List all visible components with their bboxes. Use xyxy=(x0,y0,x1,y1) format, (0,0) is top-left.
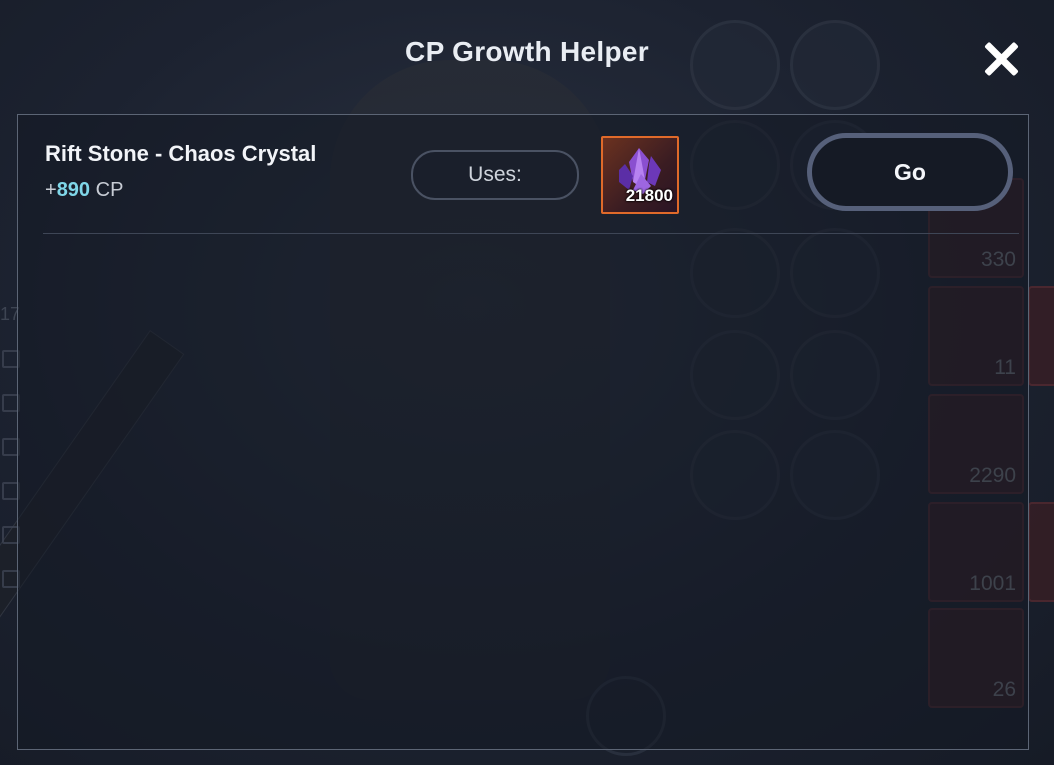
close-icon[interactable] xyxy=(978,36,1024,82)
row-divider xyxy=(43,233,1019,234)
cp-gain: +890 CP xyxy=(45,179,123,202)
inventory-card xyxy=(1028,502,1054,602)
inventory-card xyxy=(1028,286,1054,386)
item-name: Rift Stone - Chaos Crystal xyxy=(45,141,317,166)
chaos-crystal-icon[interactable]: 21800 xyxy=(601,136,679,214)
cp-value: 890 xyxy=(56,179,91,201)
cp-unit: CP xyxy=(95,179,124,201)
go-button[interactable]: Go xyxy=(807,133,1013,211)
uses-label: Uses: xyxy=(411,150,579,200)
cp-prefix: + xyxy=(45,179,57,201)
modal-title: CP Growth Helper xyxy=(405,36,649,67)
item-quantity: 21800 xyxy=(625,186,673,205)
list-item: Rift Stone - Chaos Crystal +890 CP Uses:… xyxy=(18,115,1028,233)
growth-list-panel: Rift Stone - Chaos Crystal +890 CP Uses:… xyxy=(17,114,1029,750)
